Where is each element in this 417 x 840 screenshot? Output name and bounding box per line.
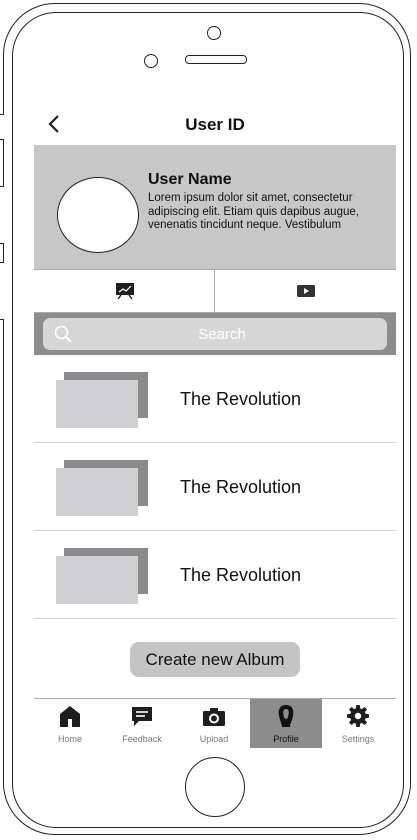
gear-icon xyxy=(347,705,369,727)
tabbar-label: Feedback xyxy=(122,734,162,744)
avatar[interactable] xyxy=(57,177,139,253)
earpiece-speaker xyxy=(185,55,247,64)
tabbar-item-feedback[interactable]: Feedback xyxy=(106,699,178,748)
profile-card: User Name Lorem ipsum dolor sit amet, co… xyxy=(34,145,396,269)
camera-icon xyxy=(203,708,225,726)
album-list-item[interactable]: The Revolution xyxy=(34,443,396,531)
create-album-button[interactable]: Create new Album xyxy=(130,642,300,677)
tabbar-item-upload[interactable]: Upload xyxy=(178,699,250,748)
search-input[interactable] xyxy=(77,318,367,350)
side-button-mute xyxy=(0,114,4,140)
album-thumbnail xyxy=(56,468,138,516)
tabbar-item-home[interactable]: Home xyxy=(34,699,106,748)
bottom-tab-bar: Home Feedback Upload Profile Settings xyxy=(34,698,396,748)
profile-icon xyxy=(278,705,294,727)
search-icon xyxy=(54,325,72,343)
album-thumbnail xyxy=(56,556,138,604)
side-button-volume-down xyxy=(0,262,4,320)
side-button-volume-up xyxy=(0,186,4,244)
home-button[interactable] xyxy=(185,757,245,817)
tabbar-item-settings[interactable]: Settings xyxy=(322,699,394,748)
album-title: The Revolution xyxy=(180,477,302,497)
front-camera xyxy=(207,26,221,40)
album-title: The Revolution xyxy=(180,389,302,409)
user-bio: Lorem ipsum dolor sit amet, consectetur … xyxy=(148,192,359,231)
nav-header: User ID xyxy=(34,101,396,145)
presentation-icon xyxy=(116,283,134,300)
app-screen: User ID User Name Lorem ipsum dolor sit … xyxy=(34,101,396,748)
page-title: User ID xyxy=(185,115,245,134)
album-thumbnail xyxy=(56,380,138,428)
album-title: The Revolution xyxy=(180,565,302,585)
proximity-sensor xyxy=(144,54,158,68)
tabbar-item-profile[interactable]: Profile xyxy=(250,699,322,748)
tabbar-label: Profile xyxy=(273,734,299,744)
album-list-item[interactable]: The Revolution xyxy=(34,355,396,443)
tabbar-label: Upload xyxy=(199,734,229,744)
play-video-icon xyxy=(297,285,315,297)
tabbar-label: Home xyxy=(57,734,82,744)
tab-presentations[interactable] xyxy=(34,270,214,312)
album-list-item[interactable]: The Revolution xyxy=(34,531,396,619)
home-icon xyxy=(60,706,80,727)
tab-videos[interactable] xyxy=(215,270,396,312)
feedback-icon xyxy=(132,707,152,726)
search-bar-container xyxy=(34,313,396,355)
tabbar-label: Settings xyxy=(341,734,375,744)
user-name: User Name xyxy=(148,171,232,188)
media-tabs xyxy=(34,269,396,313)
search-box[interactable] xyxy=(43,318,387,350)
